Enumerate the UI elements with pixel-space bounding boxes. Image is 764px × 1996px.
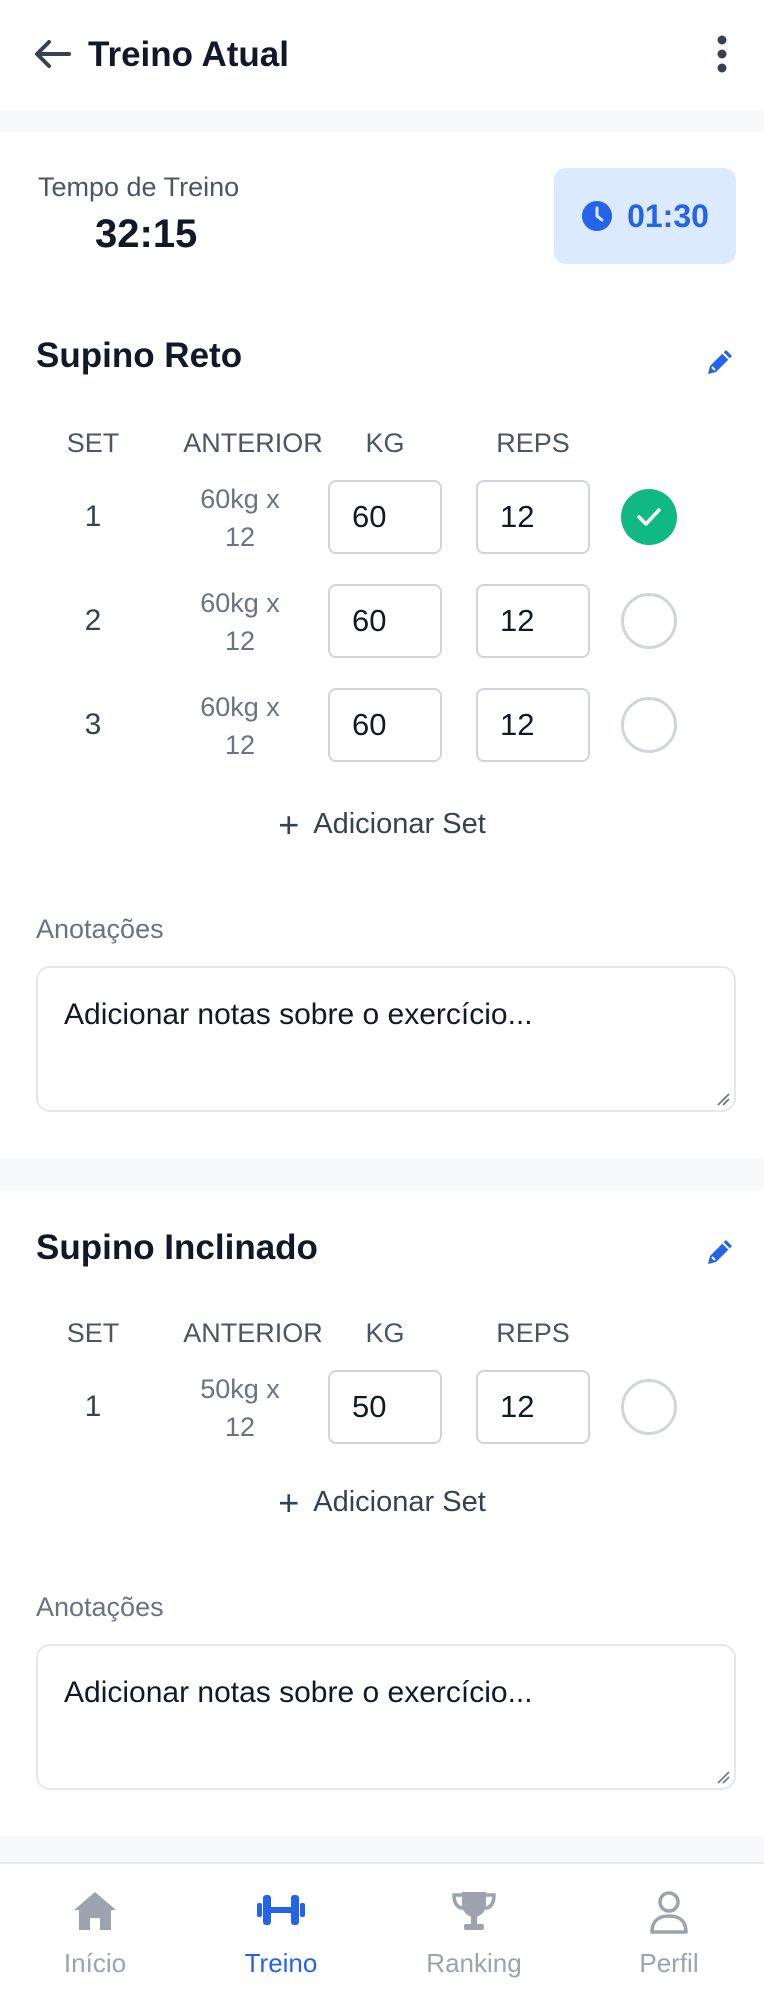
app-screen: Treino Atual Tempo de Treino 32:15 01:30…: [0, 0, 764, 1996]
column-header-kg: KG: [365, 1318, 405, 1348]
kg-input[interactable]: 60: [328, 584, 442, 658]
set-complete-toggle[interactable]: [621, 593, 677, 649]
clock-icon: [582, 201, 613, 231]
nav-item-inicio[interactable]: Início: [25, 1864, 165, 1996]
column-header-kg: KG: [365, 428, 405, 458]
nav-item-perfil[interactable]: Perfil: [599, 1864, 739, 1996]
exercise-card: Supino Reto SET ANTERIOR KG REPS 1 60kg …: [0, 300, 764, 1138]
nav-label: Início: [63, 1948, 127, 1978]
notes-placeholder: Adicionar notas sobre o exercício...: [64, 1676, 533, 1709]
notes-label: Anotações: [36, 1592, 164, 1622]
add-set-label: Adicionar Set: [313, 1486, 486, 1518]
kg-input[interactable]: 60: [328, 688, 442, 762]
column-header-reps: REPS: [496, 428, 570, 458]
nav-item-treino[interactable]: Treino: [211, 1864, 351, 1996]
section-divider: [0, 110, 764, 132]
notes-textarea[interactable]: Adicionar notas sobre o exercício...: [36, 966, 736, 1112]
home-icon: [74, 1892, 116, 1930]
more-options-button[interactable]: [700, 32, 744, 76]
kg-input[interactable]: 60: [328, 480, 442, 554]
pencil-icon: [708, 350, 732, 374]
back-button[interactable]: [30, 32, 74, 76]
previous-value: 60kg x 12: [200, 692, 280, 760]
kg-input[interactable]: 50: [328, 1370, 442, 1444]
add-set-button[interactable]: + Adicionar Set: [0, 1481, 764, 1523]
column-header-previous: ANTERIOR: [183, 428, 323, 458]
previous-value: 60kg x 12: [200, 588, 280, 656]
nav-label: Perfil: [639, 1948, 699, 1978]
plus-icon: +: [278, 1481, 300, 1523]
set-complete-toggle[interactable]: [621, 489, 677, 545]
workout-time-label: Tempo de Treino: [38, 172, 240, 202]
rest-timer-value: 01:30: [627, 197, 709, 234]
reps-input[interactable]: 12: [476, 480, 590, 554]
section-divider: [0, 1158, 764, 1190]
user-icon: [650, 1891, 688, 1934]
section-divider: [0, 1836, 764, 1862]
edit-exercise-button[interactable]: [698, 1230, 742, 1274]
nav-label: Treino: [244, 1948, 318, 1978]
resize-handle-icon[interactable]: [714, 1768, 730, 1784]
add-set-label: Adicionar Set: [313, 808, 486, 840]
reps-input[interactable]: 12: [476, 584, 590, 658]
more-vertical-icon: [717, 35, 727, 73]
exercise-title: Supino Inclinado: [36, 1228, 318, 1267]
column-header-set: SET: [66, 428, 120, 458]
exercise-title: Supino Reto: [36, 336, 243, 375]
previous-value: 60kg x 12: [200, 484, 280, 552]
set-complete-toggle[interactable]: [621, 697, 677, 753]
column-header-reps: REPS: [496, 1318, 570, 1348]
exercise-card: Supino Inclinado SET ANTERIOR KG REPS 1 …: [0, 1190, 764, 1830]
nav-label: Ranking: [426, 1948, 522, 1978]
bottom-navigation: Início Treino Ranking Perfil: [0, 1862, 764, 1996]
column-header-previous: ANTERIOR: [183, 1318, 323, 1348]
top-bar: Treino Atual: [0, 0, 764, 111]
dumbbell-icon: [257, 1895, 305, 1925]
reps-input[interactable]: 12: [476, 1370, 590, 1444]
edit-exercise-button[interactable]: [698, 340, 742, 384]
set-number: 3: [84, 708, 102, 741]
previous-value: 50kg x 12: [200, 1374, 280, 1442]
reps-input[interactable]: 12: [476, 688, 590, 762]
column-header-set: SET: [66, 1318, 120, 1348]
notes-label: Anotações: [36, 914, 164, 944]
rest-timer-button[interactable]: 01:30: [554, 168, 736, 264]
check-icon: [637, 508, 661, 526]
set-number: 2: [84, 604, 102, 637]
page-title: Treino Atual: [88, 35, 289, 74]
workout-time-value: 32:15: [95, 212, 198, 256]
workout-timer-section: Tempo de Treino 32:15 01:30: [0, 132, 764, 302]
arrow-left-icon: [35, 40, 71, 68]
resize-handle-icon[interactable]: [714, 1090, 730, 1106]
pencil-icon: [708, 1240, 732, 1264]
add-set-button[interactable]: + Adicionar Set: [0, 803, 764, 845]
notes-textarea[interactable]: Adicionar notas sobre o exercício...: [36, 1644, 736, 1790]
trophy-icon: [452, 1892, 496, 1930]
plus-icon: +: [278, 803, 300, 845]
notes-placeholder: Adicionar notas sobre o exercício...: [64, 998, 533, 1031]
set-number: 1: [84, 500, 102, 533]
set-complete-toggle[interactable]: [621, 1379, 677, 1435]
nav-item-ranking[interactable]: Ranking: [404, 1864, 544, 1996]
set-number: 1: [84, 1390, 102, 1423]
